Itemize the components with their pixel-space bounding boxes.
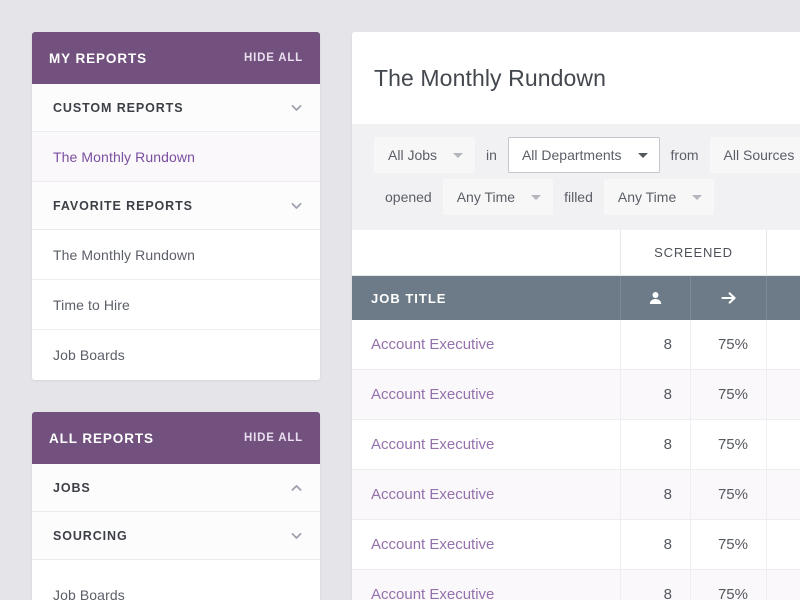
chevron-down-icon: [637, 152, 648, 158]
filled-filter-select[interactable]: Any Time: [603, 179, 715, 215]
filter-row-1: All Jobs in All Departments from All Sou…: [374, 136, 800, 174]
reports-table: SCREENED I JOB TITLE: [352, 230, 800, 600]
sidebar-group-label: JOBS: [53, 480, 91, 495]
column-header-interviewed-count[interactable]: [766, 276, 800, 320]
sidebar-item-label: Time to Hire: [53, 296, 130, 313]
interviewed-cell: [766, 420, 800, 469]
sidebar-group-favorite-reports[interactable]: FAVORITE REPORTS: [32, 182, 320, 230]
screened-count-cell: 8: [620, 320, 690, 369]
screened-count-cell: 8: [620, 520, 690, 569]
table-group-header-row: SCREENED I: [352, 230, 800, 276]
job-title-link[interactable]: Account Executive: [352, 520, 620, 569]
job-title-link[interactable]: Account Executive: [352, 470, 620, 519]
all-reports-hide-all-button[interactable]: HIDE ALL: [244, 432, 303, 444]
table-row[interactable]: Account Executive 8 75%: [352, 470, 800, 520]
main-title-bar: The Monthly Rundown: [352, 32, 800, 124]
sidebar-group-label: CUSTOM REPORTS: [53, 100, 184, 115]
table-row[interactable]: Account Executive 8 75%: [352, 320, 800, 370]
filter-bar: All Jobs in All Departments from All Sou…: [352, 124, 800, 230]
filter-row-2: opened Any Time filled Any Time: [374, 178, 800, 216]
filter-connector-in: in: [486, 147, 497, 163]
screened-rate-cell: 75%: [690, 370, 766, 419]
sidebar-item-label: The Monthly Rundown: [53, 246, 195, 263]
sidebar-group-custom-reports[interactable]: CUSTOM REPORTS: [32, 84, 320, 132]
sources-filter-select[interactable]: All Sources: [709, 137, 800, 173]
sidebar-group-label: SOURCING: [53, 528, 128, 543]
jobs-filter-value: All Jobs: [388, 147, 438, 163]
table-row[interactable]: Account Executive 8 75%: [352, 370, 800, 420]
group-header-blank: [352, 230, 620, 275]
sidebar-item-the-monthly-rundown[interactable]: The Monthly Rundown: [32, 132, 320, 182]
screened-rate-cell: 75%: [690, 320, 766, 369]
app-root: MY REPORTS HIDE ALL CUSTOM REPORTS The M…: [0, 0, 800, 600]
sidebar-item-job-boards[interactable]: Job Boards: [32, 330, 320, 380]
screened-count-cell: 8: [620, 470, 690, 519]
sidebar-group-jobs[interactable]: JOBS: [32, 464, 320, 512]
table-column-header-row: JOB TITLE: [352, 276, 800, 320]
column-header-screened-rate[interactable]: [690, 276, 766, 320]
opened-filter-value: Any Time: [456, 189, 516, 205]
job-title-link[interactable]: Account Executive: [352, 420, 620, 469]
column-header-screened-count[interactable]: [620, 276, 690, 320]
my-reports-title: MY REPORTS: [49, 50, 148, 66]
table-row[interactable]: Account Executive 8 75%: [352, 420, 800, 470]
sidebar-item-time-to-hire[interactable]: Time to Hire: [32, 280, 320, 330]
main-panel: The Monthly Rundown All Jobs in All Depa…: [352, 32, 800, 600]
table-row[interactable]: Account Executive 8 75%: [352, 570, 800, 600]
screened-rate-cell: 75%: [690, 520, 766, 569]
screened-count-cell: 8: [620, 370, 690, 419]
filter-connector-filled: filled: [564, 189, 593, 205]
chevron-up-icon: [290, 481, 303, 494]
my-reports-hide-all-button[interactable]: HIDE ALL: [244, 52, 303, 64]
job-title-link[interactable]: Account Executive: [352, 370, 620, 419]
departments-filter-value: All Departments: [521, 147, 622, 163]
my-reports-card: MY REPORTS HIDE ALL CUSTOM REPORTS The M…: [32, 32, 320, 380]
chevron-down-icon: [290, 199, 303, 212]
all-reports-header: ALL REPORTS HIDE ALL: [32, 412, 320, 464]
chevron-down-icon: [290, 101, 303, 114]
chevron-down-icon: [692, 194, 703, 200]
sidebar-group-label: FAVORITE REPORTS: [53, 198, 193, 213]
table-row[interactable]: Account Executive 8 75%: [352, 520, 800, 570]
sidebar-item-label: The Monthly Rundown: [53, 148, 195, 165]
interviewed-cell: [766, 470, 800, 519]
filter-connector-opened: opened: [385, 189, 432, 205]
job-title-link[interactable]: Account Executive: [352, 320, 620, 369]
filled-filter-value: Any Time: [617, 189, 677, 205]
departments-filter-select[interactable]: All Departments: [507, 137, 660, 173]
screened-count-cell: 8: [620, 420, 690, 469]
interviewed-cell: [766, 370, 800, 419]
screened-rate-cell: 75%: [690, 570, 766, 600]
job-title-link[interactable]: Account Executive: [352, 570, 620, 600]
sidebar-item-label: Job Boards: [53, 347, 125, 363]
all-reports-card: ALL REPORTS HIDE ALL JOBS SOURCING Job B…: [32, 412, 320, 600]
screened-count-cell: 8: [620, 570, 690, 600]
opened-filter-select[interactable]: Any Time: [442, 179, 554, 215]
group-header-interviewed: I: [766, 230, 800, 275]
chevron-down-icon: [531, 194, 542, 200]
interviewed-cell: [766, 320, 800, 369]
person-icon: [649, 291, 662, 305]
jobs-filter-select[interactable]: All Jobs: [374, 137, 476, 173]
my-reports-header: MY REPORTS HIDE ALL: [32, 32, 320, 84]
sidebar: MY REPORTS HIDE ALL CUSTOM REPORTS The M…: [32, 32, 320, 600]
sidebar-item-fav-the-monthly-rundown[interactable]: The Monthly Rundown: [32, 230, 320, 280]
sidebar-item-label: Job Boards: [53, 587, 125, 600]
chevron-down-icon: [290, 529, 303, 542]
column-header-job-title[interactable]: JOB TITLE: [352, 276, 620, 320]
sidebar-group-sourcing[interactable]: SOURCING: [32, 512, 320, 560]
chevron-down-icon: [453, 152, 464, 158]
arrow-right-icon: [720, 291, 737, 305]
interviewed-cell: [766, 570, 800, 600]
group-header-screened: SCREENED: [620, 230, 766, 275]
filter-connector-from: from: [670, 147, 699, 163]
interviewed-cell: [766, 520, 800, 569]
sidebar-item-sourcing-job-boards[interactable]: Job Boards: [32, 560, 320, 600]
page-title: The Monthly Rundown: [374, 64, 607, 91]
screened-rate-cell: 75%: [690, 420, 766, 469]
all-reports-title: ALL REPORTS: [49, 430, 154, 446]
sources-filter-value: All Sources: [723, 147, 795, 163]
screened-rate-cell: 75%: [690, 470, 766, 519]
table-body: Account Executive 8 75% Account Executiv…: [352, 320, 800, 600]
